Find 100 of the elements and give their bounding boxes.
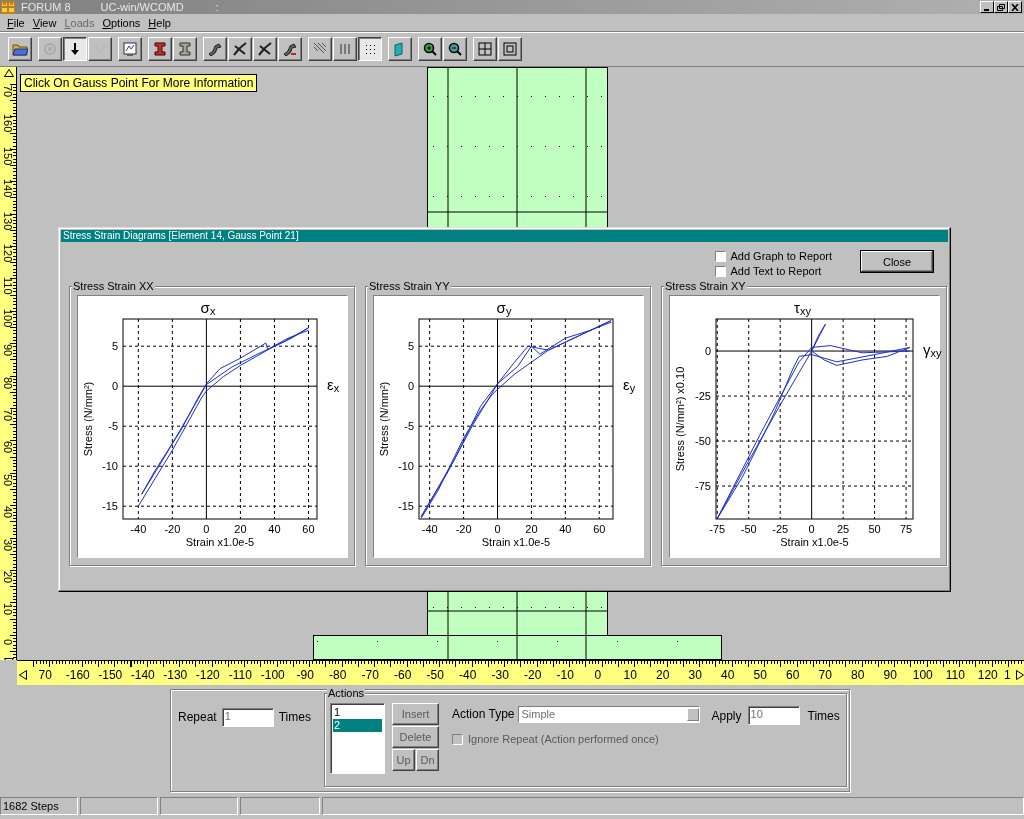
list-item[interactable]: 2 [333, 719, 382, 732]
cracked-beam-icon [257, 41, 273, 57]
tick-label: -75 [695, 480, 711, 493]
tick-label: -15 [102, 500, 118, 513]
tick-label: 0 [111, 380, 118, 393]
ruler-label: 80 [1, 375, 15, 391]
bent-beam-icon [207, 41, 223, 57]
tick-label: -40 [130, 523, 147, 535]
ruler-label: -160 [64, 668, 91, 682]
restore-icon [997, 3, 1005, 11]
group-label: Stress Strain XX [72, 280, 155, 292]
ruler-label: -100 [259, 668, 286, 682]
tick-label: -50 [695, 435, 711, 448]
ruler-label: 160 [1, 113, 15, 135]
axis-label: Strain x1.0e-5 [481, 536, 551, 548]
close-button[interactable] [1008, 1, 1022, 13]
ruler-label: 30 [687, 668, 703, 682]
tick-label: -15 [398, 500, 414, 513]
bent-beam-icon [282, 41, 298, 57]
checkbox-label: Add Graph to Report [730, 250, 832, 262]
ruler-label: 100 [911, 668, 934, 682]
close-icon [1011, 3, 1019, 11]
ruler-label: 50 [1, 472, 15, 488]
axis-label: Strain x1.0e-5 [780, 536, 849, 548]
ruler-label: -130 [162, 668, 189, 682]
list-item[interactable]: 1 [333, 706, 382, 719]
group-label: Actions [327, 687, 366, 699]
grid-icon [477, 41, 493, 57]
ruler-label: -50 [425, 668, 445, 682]
ruler-label: -40 [458, 668, 478, 682]
ruler-label: 50 [752, 668, 768, 682]
tick-label: 25 [837, 523, 850, 535]
ruler-label: -30 [490, 668, 510, 682]
tick-label: 0 [494, 523, 501, 535]
folder-icon [12, 41, 28, 57]
tick-label: 0 [407, 380, 414, 393]
ruler-label: 0 [1, 637, 15, 647]
axis-label: Stress (N/mm²) [82, 381, 94, 457]
tick-label: 60 [302, 523, 315, 535]
chart-title: σ$_{x}$ [200, 299, 216, 317]
toolbar-button[interactable] [63, 37, 87, 61]
ruler-label: -70 [360, 668, 380, 682]
ruler-label: 120 [1, 242, 15, 265]
frame-icon [502, 41, 518, 57]
checkbox[interactable] [715, 250, 727, 262]
ruler-label: 40 [720, 668, 736, 682]
field-unit: Times [278, 710, 311, 724]
tick-label: -75 [709, 523, 726, 535]
ruler-label: 20 [1, 569, 15, 586]
checkbox[interactable] [715, 265, 727, 277]
ruler-label: 150 [1, 145, 15, 168]
ruler-label: 20 [655, 668, 671, 682]
axis-label: Stress (N/mm²) x0.10 [674, 366, 686, 472]
axis-symbol: ε$_{y}$ [623, 376, 636, 395]
checkbox-label: Add Text to Report [730, 265, 822, 277]
ruler-label: 1 [1004, 668, 1012, 682]
ruler-label: 70 [37, 668, 53, 682]
vertical-lines-icon [337, 41, 353, 57]
tick-label: 0 [203, 523, 210, 535]
axis-label: Strain x1.0e-5 [185, 536, 255, 548]
axis-label: Stress (N/mm²) [378, 381, 390, 457]
ruler-label: -60 [393, 668, 413, 682]
monitor-icon [122, 41, 138, 57]
ruler-label: -90 [295, 668, 315, 682]
toolbar-button[interactable] [358, 37, 382, 61]
ruler-label: 120 [976, 668, 999, 682]
dialog-title: Stress Strain Diagrams [Element 14, Gauss Point 21] [61, 230, 948, 242]
tick-label: 60 [593, 523, 606, 535]
chart-title: τ$_{xy}$ [794, 299, 811, 317]
restore-button[interactable] [994, 1, 1008, 13]
window-title: FORUM 8 [21, 1, 71, 13]
window-subtitle: UC-win/WCOMD [100, 1, 184, 13]
window-title-suffix: : [215, 1, 219, 13]
tick-label: 40 [559, 523, 572, 535]
ruler-label: 70 [1, 407, 15, 424]
ruler-label: 40 [1, 505, 15, 521]
zoom-in-icon [422, 41, 438, 57]
ruler-label: 100 [1, 307, 15, 330]
i-beam-icon [177, 41, 193, 57]
tick-label: -40 [421, 523, 438, 535]
field-label: Repeat [178, 710, 217, 724]
menu-item[interactable]: View [29, 16, 62, 29]
ruler-label: -10 [555, 668, 575, 682]
tick-label: -5 [108, 420, 118, 433]
i-beam-icon [152, 41, 168, 57]
menu-item[interactable]: Options [99, 16, 146, 29]
close-button[interactable]: Close [860, 250, 934, 273]
ruler-label: 70 [817, 668, 833, 682]
tick-label: -10 [102, 460, 118, 473]
ruler-label: 60 [785, 668, 801, 682]
tick-label: -25 [772, 523, 789, 535]
tick-label: -20 [164, 523, 181, 535]
menu-item[interactable]: File [4, 16, 30, 29]
menu-item[interactable]: Help [145, 16, 176, 29]
axis-symbol: ε$_{x}$ [327, 376, 340, 395]
group-label: Stress Strain YY [368, 280, 451, 292]
minimize-button[interactable] [980, 1, 994, 13]
app-icon [1, 0, 15, 14]
ruler-label: -140 [129, 668, 156, 682]
ruler-label: 10 [622, 668, 638, 682]
